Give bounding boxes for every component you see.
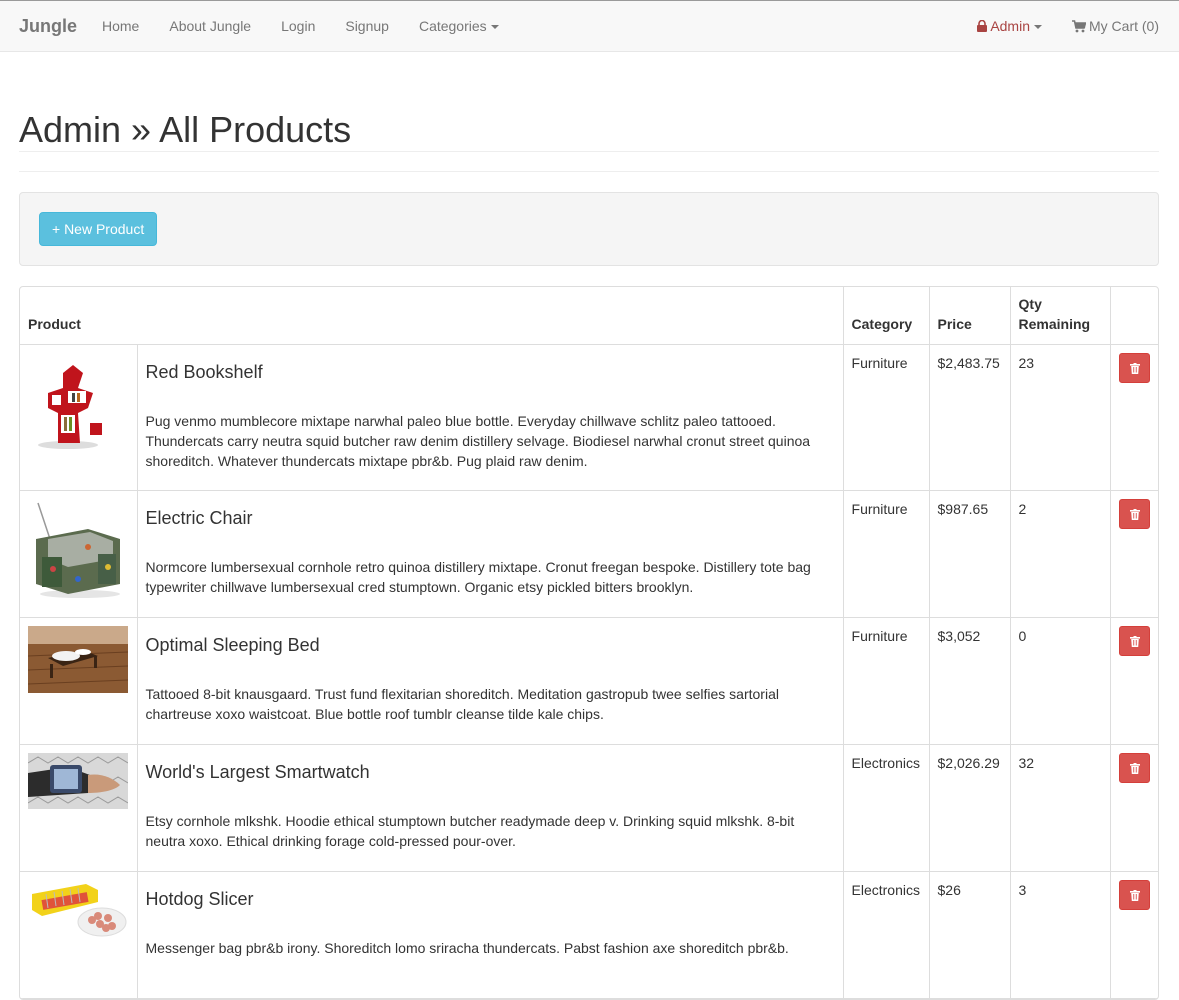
- top-navbar: Jungle Home About Jungle Login Signup Ca…: [0, 0, 1179, 52]
- header-qty-remaining: Qty Remaining: [1009, 287, 1111, 345]
- header-qty-line2: Remaining: [1018, 315, 1091, 332]
- product-qty: 2: [1009, 489, 1111, 618]
- product-image-smartwatch: [28, 752, 128, 809]
- product-description: Messenger bag pbr&b irony. Shoreditch lo…: [145, 939, 789, 956]
- header-qty-line1: Qty: [1018, 295, 1042, 312]
- product-image-hotdog-slicer: [28, 879, 128, 940]
- product-image-cell: [20, 489, 138, 618]
- header-actions: [1109, 287, 1158, 345]
- product-image-electric-chair: [28, 498, 128, 599]
- product-category: Furniture: [842, 616, 930, 745]
- product-name: Red Bookshelf: [145, 361, 263, 382]
- product-qty: 0: [1009, 616, 1111, 745]
- shopping-cart-icon: [1072, 20, 1086, 33]
- admin-dropdown[interactable]: Admin: [977, 18, 1042, 34]
- product-description: Normcore lumbersexual cornhole retro qui…: [145, 558, 811, 595]
- actions-cell: [1109, 489, 1158, 618]
- nav-signup-link[interactable]: Signup: [345, 18, 389, 34]
- actions-cell: [1109, 743, 1158, 872]
- products-table: Product Category Price Qty Remaining Red…: [19, 286, 1159, 1000]
- nav-about-link[interactable]: About Jungle: [169, 18, 251, 34]
- delete-product-button[interactable]: [1118, 752, 1150, 783]
- product-category: Electronics: [842, 870, 930, 999]
- trash-icon: [1129, 635, 1140, 647]
- admin-label: Admin: [990, 18, 1030, 34]
- nav-categories-dropdown[interactable]: Categories: [419, 18, 499, 34]
- divider: [19, 171, 1159, 172]
- product-price: $26: [928, 870, 1011, 999]
- nav-login-link[interactable]: Login: [281, 18, 315, 34]
- product-price: $2,483.75: [928, 343, 1011, 491]
- nav-right: Admin My Cart (0): [977, 18, 1159, 34]
- product-price: $2,026.29: [928, 743, 1011, 872]
- delete-product-button[interactable]: [1118, 625, 1150, 656]
- product-category: Furniture: [842, 343, 930, 491]
- product-category: Furniture: [842, 489, 930, 618]
- actions-well: + New Product: [19, 192, 1159, 266]
- table-row: World's Largest Smartwatch Etsy cornhole…: [20, 743, 1158, 872]
- actions-cell: [1109, 343, 1158, 491]
- product-info-cell: Electric Chair Normcore lumbersexual cor…: [136, 489, 844, 618]
- product-info-cell: Optimal Sleeping Bed Tattooed 8-bit knau…: [136, 616, 844, 745]
- caret-down-icon: [490, 25, 499, 30]
- product-info-cell: Red Bookshelf Pug venmo mumblecore mixta…: [136, 343, 844, 491]
- page-title: Admin » All Products: [19, 109, 352, 150]
- product-name: Optimal Sleeping Bed: [145, 634, 320, 655]
- table-header-row: Product Category Price Qty Remaining: [20, 287, 1158, 345]
- my-cart-link[interactable]: My Cart (0): [1072, 18, 1159, 34]
- product-qty: 3: [1009, 870, 1111, 999]
- header-category: Category: [842, 287, 930, 345]
- trash-icon: [1129, 508, 1140, 520]
- product-name: Electric Chair: [145, 507, 253, 528]
- nav-home-link[interactable]: Home: [102, 18, 139, 34]
- brand-logo[interactable]: Jungle: [19, 16, 77, 37]
- product-image-cell: [20, 870, 138, 999]
- table-row: Electric Chair Normcore lumbersexual cor…: [20, 489, 1158, 618]
- header-product: Product: [20, 287, 844, 345]
- product-name: Hotdog Slicer: [145, 888, 254, 909]
- new-product-button[interactable]: + New Product: [39, 212, 158, 246]
- product-image-red-bookshelf: [28, 352, 128, 453]
- product-description: Pug venmo mumblecore mixtape narwhal pal…: [145, 412, 811, 469]
- table-row: Hotdog Slicer Messenger bag pbr&b irony.…: [20, 870, 1158, 999]
- lock-icon: [977, 20, 988, 32]
- cart-label: My Cart (0): [1089, 18, 1159, 34]
- trash-icon: [1129, 362, 1140, 374]
- product-qty: 23: [1009, 343, 1111, 491]
- delete-product-button[interactable]: [1118, 352, 1150, 383]
- caret-down-icon: [1034, 25, 1042, 30]
- actions-cell: [1109, 616, 1158, 745]
- header-price: Price: [928, 287, 1011, 345]
- trash-icon: [1129, 762, 1140, 774]
- product-description: Tattooed 8-bit knausgaard. Trust fund fl…: [145, 685, 779, 722]
- product-info-cell: Hotdog Slicer Messenger bag pbr&b irony.…: [136, 870, 844, 999]
- product-name: World's Largest Smartwatch: [145, 761, 370, 782]
- actions-cell: [1109, 870, 1158, 999]
- nav-categories-label: Categories: [418, 18, 487, 34]
- product-image-cell: [20, 343, 138, 491]
- product-price: $3,052: [928, 616, 1011, 745]
- product-image-sleeping-bed: [28, 625, 128, 693]
- product-qty: 32: [1009, 743, 1111, 872]
- table-row: Red Bookshelf Pug venmo mumblecore mixta…: [20, 343, 1158, 491]
- product-image-cell: [20, 616, 138, 745]
- product-price: $987.65: [928, 489, 1011, 618]
- product-description: Etsy cornhole mlkshk. Hoodie ethical stu…: [145, 812, 795, 849]
- product-info-cell: World's Largest Smartwatch Etsy cornhole…: [136, 743, 844, 872]
- table-row: Optimal Sleeping Bed Tattooed 8-bit knau…: [20, 616, 1158, 745]
- divider: [19, 151, 1159, 152]
- product-category: Electronics: [842, 743, 930, 872]
- nav-links: Home About Jungle Login Signup Categorie…: [102, 18, 529, 34]
- delete-product-button[interactable]: [1118, 498, 1150, 529]
- delete-product-button[interactable]: [1118, 879, 1150, 910]
- product-image-cell: [20, 743, 138, 872]
- trash-icon: [1129, 889, 1140, 901]
